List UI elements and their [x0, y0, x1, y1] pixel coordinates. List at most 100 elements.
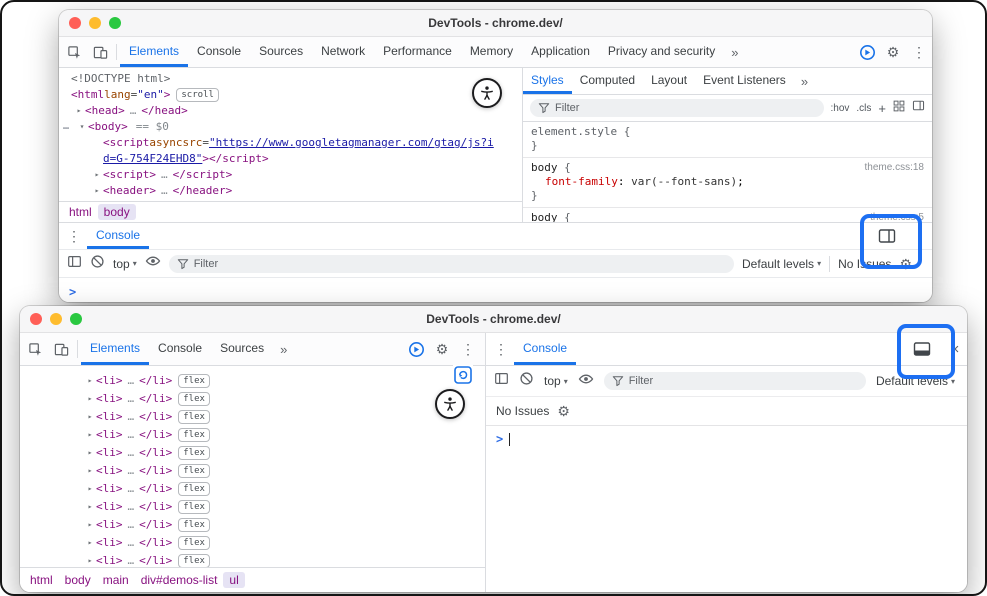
close-panel-icon[interactable]: ×	[945, 333, 965, 365]
flex-badge[interactable]: flex	[178, 536, 210, 550]
promo-badge-icon[interactable]	[854, 37, 880, 67]
panel-tab-console[interactable]: Console	[514, 333, 576, 365]
tab-elements[interactable]: Elements	[81, 333, 149, 365]
console-prompt[interactable]: >	[486, 425, 967, 452]
breadcrumb-item-main[interactable]: main	[97, 572, 135, 588]
breadcrumb-item-html[interactable]: html	[24, 572, 59, 588]
dom-node-li[interactable]: ▸<li>…</li>flex	[84, 516, 485, 534]
styles-filter-input[interactable]: Filter	[530, 99, 824, 117]
scroll-badge[interactable]: scroll	[176, 88, 219, 102]
dom-node-li[interactable]: ▸<li>…</li>flex	[84, 552, 485, 567]
element-classes-button[interactable]: .cls	[856, 103, 871, 114]
tab-network[interactable]: Network	[312, 37, 374, 67]
console-empty-area[interactable]	[486, 452, 967, 592]
flex-badge[interactable]: flex	[178, 518, 210, 532]
tab-elements[interactable]: Elements	[120, 37, 188, 67]
tab-privacy-security[interactable]: Privacy and security	[599, 37, 724, 67]
disclosure-arrow-icon[interactable]: ▸	[84, 372, 96, 390]
log-levels-dropdown[interactable]: Default levels▾	[876, 374, 955, 388]
device-toolbar-icon[interactable]	[48, 333, 74, 365]
dom-node-li[interactable]: ▸<li>…</li>flex	[84, 462, 485, 480]
dom-node-li[interactable]: ▸<li>…</li>flex	[84, 444, 485, 462]
accessibility-person-icon[interactable]	[472, 78, 502, 108]
dom-node-doctype[interactable]: <!DOCTYPE html>	[63, 71, 522, 87]
dom-node-li[interactable]: ▸<li>…</li>flex	[84, 408, 485, 426]
dom-node-script[interactable]: ▸<script>…</script>	[63, 167, 522, 183]
flex-badge[interactable]: flex	[178, 410, 210, 424]
breadcrumb-item-ul[interactable]: ul	[223, 572, 244, 588]
disclosure-arrow-icon[interactable]: ▸	[84, 390, 96, 408]
live-expression-eye-icon[interactable]	[578, 371, 594, 392]
tab-styles[interactable]: Styles	[523, 68, 572, 94]
settings-gear-icon[interactable]: ⚙	[880, 37, 906, 67]
dom-node-header[interactable]: ▸<header>…</header>	[63, 183, 522, 199]
dom-node-body[interactable]: …▾<body>== $0	[63, 119, 522, 135]
more-tabs-icon[interactable]: »	[273, 333, 294, 365]
accessibility-person-icon[interactable]	[435, 389, 465, 419]
disclosure-arrow-icon[interactable]: ▸	[84, 408, 96, 426]
disclosure-arrow-icon[interactable]: ▸	[84, 462, 96, 480]
toggle-element-state-button[interactable]: :hov	[831, 103, 850, 114]
dom-node-li[interactable]: ▸<li>…</li>flex	[84, 480, 485, 498]
dom-node-gtag-script-wrap[interactable]: d=G-754F24EHD8"></script>	[63, 151, 522, 167]
flex-badge[interactable]: flex	[178, 392, 210, 406]
flex-badge[interactable]: flex	[178, 428, 210, 442]
issues-counter[interactable]: No Issues	[838, 257, 891, 271]
settings-gear-icon[interactable]: ⚙	[429, 333, 455, 365]
dom-node-li[interactable]: ▸<li>…</li>flex	[84, 390, 485, 408]
flex-badge[interactable]: flex	[178, 554, 210, 567]
disclosure-arrow-icon[interactable]: ▸	[84, 426, 96, 444]
more-tabs-icon[interactable]: »	[794, 68, 815, 94]
disclosure-arrow-icon[interactable]: ▸	[84, 552, 96, 567]
flex-badge[interactable]: flex	[178, 374, 210, 388]
dom-node-li[interactable]: ▸<li>…</li>flex	[84, 534, 485, 552]
console-filter-input[interactable]: Filter	[604, 372, 866, 390]
script-src-link[interactable]: "https://www.googletagmanager.com/gtag/j…	[209, 135, 494, 151]
disclosure-arrow-icon[interactable]: ▸	[84, 480, 96, 498]
css-source-link[interactable]: theme.css:18	[865, 161, 924, 175]
tab-sources[interactable]: Sources	[211, 333, 273, 365]
css-property-value[interactable]: var(--font-sans)	[631, 175, 737, 188]
disclosure-arrow-icon[interactable]: ▸	[84, 534, 96, 552]
tab-event-listeners[interactable]: Event Listeners	[695, 68, 794, 94]
computed-sidebar-icon[interactable]	[912, 99, 925, 117]
context-selector-dropdown[interactable]: top▾	[544, 374, 568, 388]
disclosure-arrow-icon[interactable]: ▸	[73, 103, 85, 119]
drawer-kebab-menu-icon[interactable]: ⋮	[488, 333, 514, 365]
console-prompt[interactable]: >	[59, 278, 932, 302]
device-toolbar-icon[interactable]	[87, 37, 113, 67]
tab-sources[interactable]: Sources	[250, 37, 312, 67]
disclosure-arrow-icon[interactable]: ▾	[76, 119, 88, 135]
tab-console[interactable]: Console	[188, 37, 250, 67]
breadcrumb-item-html[interactable]: html	[63, 204, 98, 220]
tab-layout[interactable]: Layout	[643, 68, 695, 94]
inspect-element-icon[interactable]	[22, 333, 48, 365]
clear-console-icon[interactable]	[90, 254, 105, 274]
console-settings-gear-icon[interactable]: ⚙	[899, 257, 912, 271]
flex-badge[interactable]: flex	[178, 464, 210, 478]
inspect-element-icon[interactable]	[61, 37, 87, 67]
dom-node-gtag-script[interactable]: <script async src="https://www.googletag…	[63, 135, 522, 151]
console-sidebar-icon[interactable]	[67, 254, 82, 274]
dom-node-html[interactable]: <html lang="en"> scroll	[63, 87, 522, 103]
breadcrumb-item-body[interactable]: body	[59, 572, 97, 588]
css-source-link[interactable]: theme.css:5	[870, 211, 924, 222]
css-property-name[interactable]: font-family	[545, 175, 618, 188]
disclosure-arrow-icon[interactable]: ▸	[84, 516, 96, 534]
console-sidebar-icon[interactable]	[494, 371, 509, 391]
drawer-tab-console[interactable]: Console	[87, 223, 149, 249]
disclosure-arrow-icon[interactable]: ▸	[91, 167, 103, 183]
kebab-menu-icon[interactable]: ⋮	[906, 37, 932, 67]
clear-console-icon[interactable]	[519, 371, 534, 391]
tab-console[interactable]: Console	[149, 333, 211, 365]
disclosure-arrow-icon[interactable]: ▸	[84, 498, 96, 516]
new-style-rule-icon[interactable]: +	[878, 101, 886, 116]
refresh-overlay-icon[interactable]	[453, 365, 473, 385]
dom-node-li[interactable]: ▸<li>…</li>flex	[84, 426, 485, 444]
console-filter-input[interactable]: Filter	[169, 255, 734, 273]
dom-node-li[interactable]: ▸<li>…</li>flex	[84, 372, 485, 390]
dock-drawer-to-side-icon[interactable]	[878, 223, 896, 249]
console-settings-gear-icon[interactable]: ⚙	[557, 404, 570, 418]
grid-overlay-icon[interactable]	[893, 99, 905, 117]
kebab-menu-icon[interactable]: ⋮	[455, 333, 481, 365]
